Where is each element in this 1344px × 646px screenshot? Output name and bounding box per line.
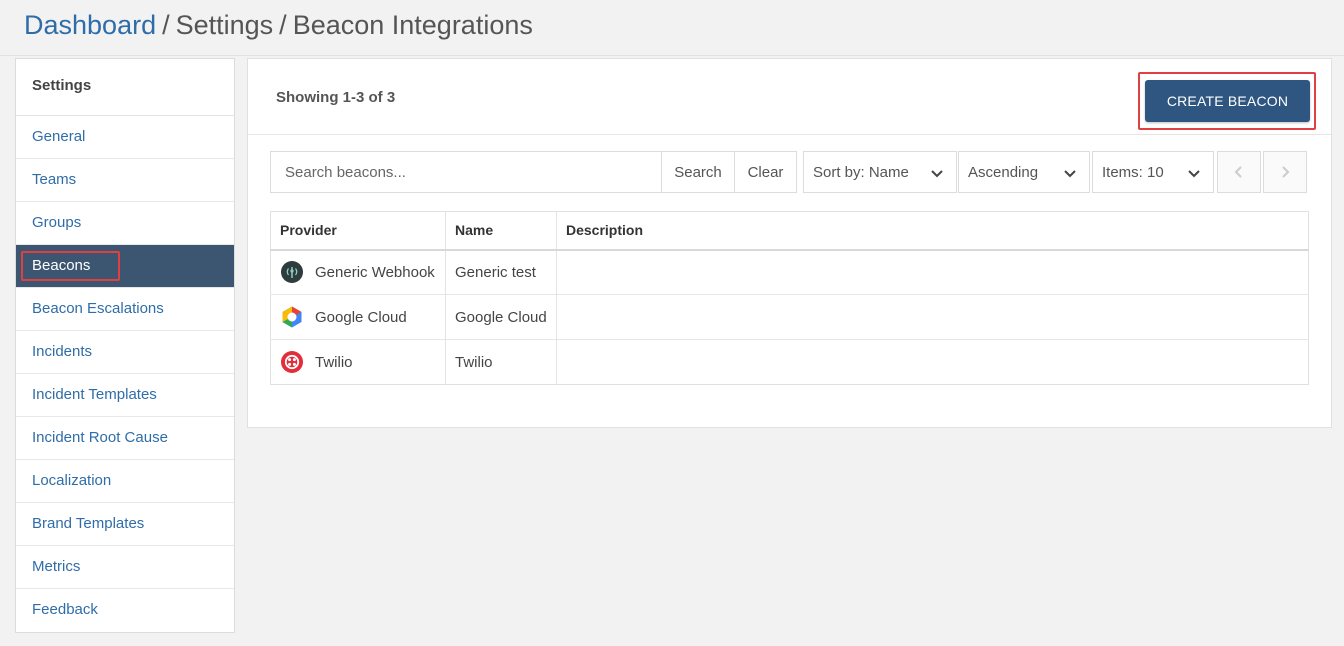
chevron-down-icon bbox=[1188, 170, 1200, 178]
name-cell: Twilio bbox=[445, 339, 557, 385]
provider-cell: Google Cloud bbox=[270, 294, 446, 340]
webhook-icon bbox=[281, 261, 303, 284]
items-per-page-value: Items: 10 bbox=[1102, 163, 1164, 181]
sort-by-select[interactable]: Sort by: Name bbox=[803, 151, 957, 193]
column-header-name[interactable]: Name bbox=[445, 211, 557, 251]
google-cloud-icon bbox=[282, 306, 302, 328]
highlight-box bbox=[21, 251, 120, 281]
table-row[interactable]: Generic Webhook Generic test bbox=[270, 249, 1309, 295]
results-count: Showing 1-3 of 3 bbox=[276, 89, 396, 106]
column-header-provider[interactable]: Provider bbox=[270, 211, 446, 251]
breadcrumb-settings: Settings bbox=[175, 10, 274, 40]
breadcrumb: Dashboard / Settings / Beacon Integrations bbox=[24, 10, 533, 41]
items-per-page-select[interactable]: Items: 10 bbox=[1092, 151, 1214, 193]
next-page-button[interactable] bbox=[1263, 151, 1307, 193]
table-row[interactable]: Google Cloud Google Cloud bbox=[270, 294, 1309, 340]
sidebar-item-incident-templates[interactable]: Incident Templates bbox=[16, 374, 234, 417]
table-row[interactable]: Twilio Twilio bbox=[270, 339, 1309, 385]
sort-order-value: Ascending bbox=[968, 163, 1039, 181]
sidebar-item-metrics[interactable]: Metrics bbox=[16, 546, 234, 589]
chevron-right-icon bbox=[1282, 166, 1290, 178]
column-header-description[interactable]: Description bbox=[556, 211, 1309, 251]
breadcrumb-dashboard-link[interactable]: Dashboard bbox=[24, 10, 156, 40]
sidebar-item-groups[interactable]: Groups bbox=[16, 202, 234, 245]
provider-name: Twilio bbox=[315, 353, 353, 371]
name-cell: Generic test bbox=[445, 249, 557, 295]
sidebar-item-incidents[interactable]: Incidents bbox=[16, 331, 234, 374]
breadcrumb-separator: / bbox=[279, 10, 287, 40]
provider-name: Google Cloud bbox=[315, 308, 407, 326]
sidebar-item-feedback[interactable]: Feedback bbox=[16, 589, 234, 632]
previous-page-button[interactable] bbox=[1217, 151, 1261, 193]
chevron-left-icon bbox=[1234, 166, 1242, 178]
description-cell bbox=[556, 249, 1309, 295]
description-cell bbox=[556, 294, 1309, 340]
sidebar-item-localization[interactable]: Localization bbox=[16, 460, 234, 503]
chevron-down-icon bbox=[1064, 170, 1076, 178]
twilio-icon bbox=[281, 351, 303, 373]
panel-header: Showing 1-3 of 3 CREATE BEACON bbox=[248, 59, 1331, 135]
sidebar-item-teams[interactable]: Teams bbox=[16, 159, 234, 202]
table-header-row: Provider Name Description bbox=[270, 211, 1309, 251]
sidebar-item-brand-templates[interactable]: Brand Templates bbox=[16, 503, 234, 546]
chevron-down-icon bbox=[931, 170, 943, 178]
sidebar-item-general[interactable]: General bbox=[16, 116, 234, 159]
clear-button[interactable]: Clear bbox=[734, 151, 797, 193]
breadcrumb-separator: / bbox=[162, 10, 170, 40]
sort-order-select[interactable]: Ascending bbox=[958, 151, 1090, 193]
sort-by-value: Sort by: Name bbox=[813, 163, 909, 181]
sidebar-item-beacon-escalations[interactable]: Beacon Escalations bbox=[16, 288, 234, 331]
provider-cell: Twilio bbox=[270, 339, 446, 385]
settings-sidebar: Settings General Teams Groups Beacons Be… bbox=[15, 58, 235, 633]
create-beacon-button[interactable]: CREATE BEACON bbox=[1145, 80, 1310, 122]
breadcrumb-current-page: Beacon Integrations bbox=[292, 10, 533, 40]
provider-cell: Generic Webhook bbox=[270, 249, 446, 295]
search-button[interactable]: Search bbox=[661, 151, 735, 193]
sidebar-title: Settings bbox=[16, 59, 234, 116]
search-input[interactable] bbox=[270, 151, 662, 193]
name-cell: Google Cloud bbox=[445, 294, 557, 340]
beacons-panel: Showing 1-3 of 3 CREATE BEACON Search Cl… bbox=[247, 58, 1332, 428]
description-cell bbox=[556, 339, 1309, 385]
header-divider bbox=[0, 55, 1344, 56]
sidebar-item-beacons[interactable]: Beacons bbox=[16, 245, 234, 288]
sidebar-item-incident-root-cause[interactable]: Incident Root Cause bbox=[16, 417, 234, 460]
beacons-table: Provider Name Description Generic Webhoo… bbox=[270, 211, 1309, 385]
provider-name: Generic Webhook bbox=[315, 263, 435, 281]
